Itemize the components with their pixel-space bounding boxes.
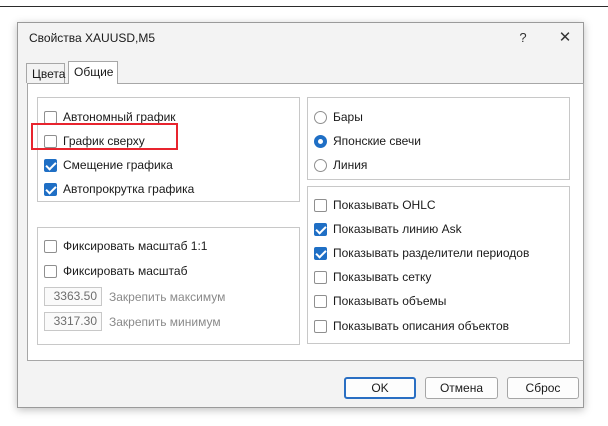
chart-type-group: Бары Японские свечи Линия	[307, 97, 570, 180]
checkbox-label: Автономный график	[63, 110, 176, 124]
top-divider-line	[0, 6, 608, 7]
checkbox-box-checked[interactable]	[44, 182, 57, 196]
dialog-title: Свойства XAUUSD,M5	[29, 31, 156, 45]
checkbox-label: Фиксировать масштаб	[63, 264, 188, 278]
checkbox-label: Смещение графика	[63, 158, 173, 172]
checkbox-chart-shift[interactable]: Смещение графика	[44, 156, 173, 174]
checkbox-box-checked[interactable]	[314, 246, 327, 260]
close-icon[interactable]: ✕	[555, 28, 575, 48]
checkbox-box[interactable]	[314, 319, 327, 333]
checkbox-label: Показывать OHLC	[333, 198, 436, 212]
checkbox-box-checked[interactable]	[314, 222, 327, 236]
fix-min-field: 3317.30 Закрепить минимум	[44, 312, 221, 331]
checkbox-show-object-descriptions[interactable]: Показывать описания объектов	[314, 317, 509, 335]
checkbox-box[interactable]	[44, 239, 57, 253]
checkbox-fix-scale-1-1[interactable]: Фиксировать масштаб 1:1	[44, 237, 207, 255]
fix-min-input[interactable]: 3317.30	[44, 312, 102, 331]
radio-label: Бары	[333, 110, 363, 124]
checkbox-box[interactable]	[44, 110, 57, 124]
checkbox-label: Показывать сетку	[333, 270, 432, 284]
checkbox-fix-scale[interactable]: Фиксировать масштаб	[44, 262, 187, 280]
help-icon[interactable]: ?	[514, 30, 532, 46]
checkbox-label: Автопрокрутка графика	[63, 182, 195, 196]
tab-general[interactable]: Общие	[68, 61, 118, 84]
checkbox-label: Показывать объемы	[333, 294, 447, 308]
checkbox-box[interactable]	[314, 198, 327, 212]
checkbox-box[interactable]	[314, 270, 327, 284]
radio-line[interactable]: Линия	[314, 156, 367, 174]
checkbox-box-checked[interactable]	[44, 158, 57, 172]
checkbox-show-ohlc[interactable]: Показывать OHLC	[314, 196, 436, 214]
checkbox-show-period-separators[interactable]: Показывать разделители периодов	[314, 244, 529, 262]
properties-dialog: Свойства XAUUSD,M5 ? ✕ Цвета Общие Автон…	[17, 22, 584, 408]
tab-colors[interactable]: Цвета	[26, 63, 65, 83]
radio-circle[interactable]	[314, 110, 327, 124]
fix-max-input[interactable]: 3363.50	[44, 287, 102, 306]
checkbox-label: Фиксировать масштаб 1:1	[63, 239, 208, 253]
highlight-annotation-box	[31, 123, 178, 150]
checkbox-show-ask-line[interactable]: Показывать линию Ask	[314, 220, 462, 238]
checkbox-show-grid[interactable]: Показывать сетку	[314, 268, 431, 286]
fix-min-label: Закрепить минимум	[109, 314, 221, 329]
checkbox-show-volumes[interactable]: Показывать объемы	[314, 292, 446, 310]
radio-bars[interactable]: Бары	[314, 108, 363, 126]
display-options-group: Показывать OHLC Показывать линию Ask Пок…	[307, 186, 570, 344]
fix-max-label: Закрепить максимум	[109, 289, 226, 304]
fix-max-field: 3363.50 Закрепить максимум	[44, 287, 225, 306]
title-bar[interactable]: Свойства XAUUSD,M5 ? ✕	[18, 23, 583, 53]
radio-label: Японские свечи	[333, 134, 421, 148]
checkbox-box[interactable]	[44, 264, 57, 278]
scale-options-group: Фиксировать масштаб 1:1 Фиксировать масш…	[37, 227, 300, 345]
checkbox-label: Показывать разделители периодов	[333, 246, 530, 260]
checkbox-chart-autoscroll[interactable]: Автопрокрутка графика	[44, 180, 194, 198]
checkbox-box[interactable]	[314, 294, 327, 308]
radio-candlesticks[interactable]: Японские свечи	[314, 132, 421, 150]
checkbox-label: Показывать описания объектов	[333, 319, 510, 333]
reset-button[interactable]: Сброс	[507, 377, 579, 399]
ok-button[interactable]: OK	[344, 377, 416, 399]
cancel-button[interactable]: Отмена	[425, 377, 498, 399]
radio-circle[interactable]	[314, 158, 327, 172]
checkbox-label: Показывать линию Ask	[333, 222, 462, 236]
radio-circle-selected[interactable]	[314, 134, 327, 148]
radio-label: Линия	[333, 158, 368, 172]
